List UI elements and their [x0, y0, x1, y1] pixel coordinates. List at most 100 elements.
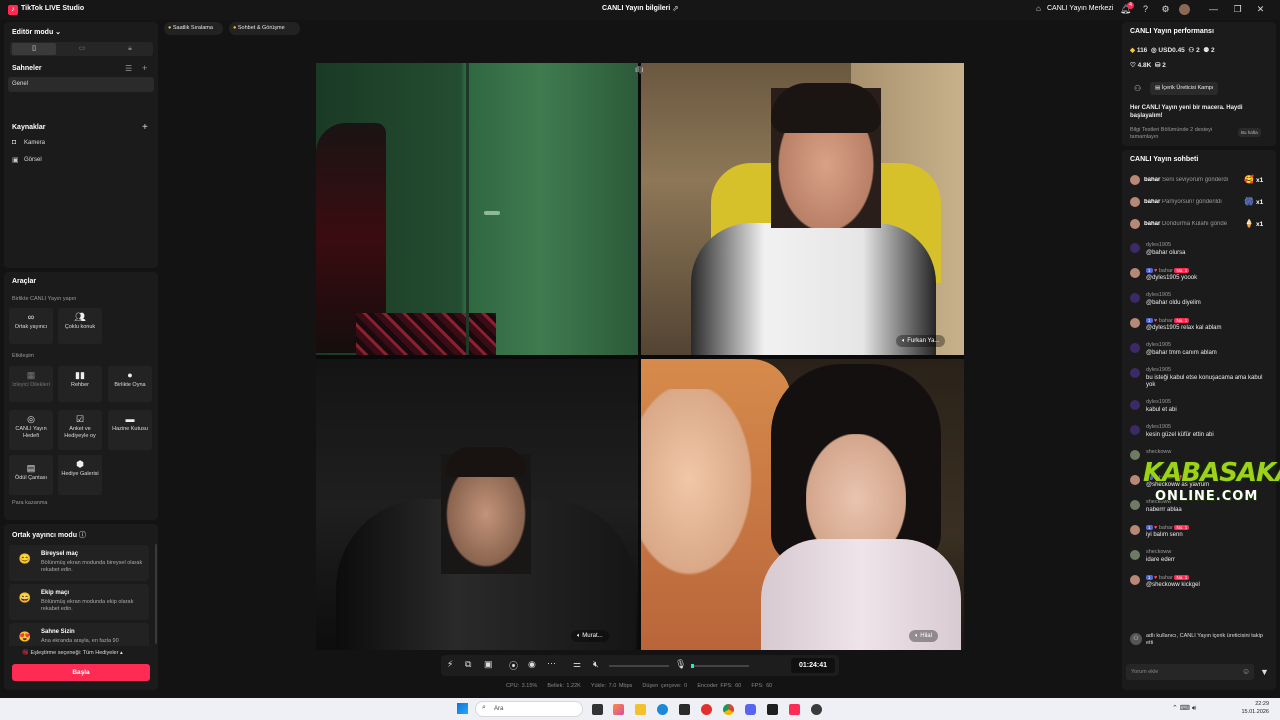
windows-start-icon[interactable]	[457, 703, 468, 714]
chat-username[interactable]: bahar	[1159, 575, 1173, 581]
microphone-icon[interactable]: 🎙︎	[675, 659, 686, 670]
chat-message[interactable]: 1 ♥ bahar No. 1 @dyles1905 relax kal abla…	[1128, 317, 1274, 333]
mode-team-match[interactable]: 😄 Ekip maçı Bölünmüş ekran modunda ekip …	[9, 584, 149, 620]
tool-treasure-box[interactable]: ▬ Hazine Kutusu	[108, 410, 152, 450]
chat-message[interactable]: 1 ♥ bahar No. 1 @sheckoww kickgel	[1128, 574, 1274, 590]
mute-icon[interactable]: 🔇︎	[593, 659, 599, 670]
lock-icon[interactable]: 🔒︎	[108, 43, 152, 55]
portrait-icon[interactable]: ▯	[12, 43, 56, 55]
source-image[interactable]: Görsel	[24, 157, 42, 163]
chat-username[interactable]: sheckoww	[1146, 449, 1171, 455]
volume-slider[interactable]	[609, 665, 669, 667]
chat-message[interactable]: dyles1905 @bahar oldu diyelim	[1128, 292, 1274, 308]
editor-mode-select[interactable]: Editör modu ⌄	[12, 28, 61, 36]
creator-camp-button[interactable]: ▤ İçerik Üreticisi Kampı	[1150, 82, 1219, 95]
chat-username[interactable]: dyles1905	[1146, 424, 1171, 430]
speaker-icon[interactable]: 🔈︎	[915, 633, 919, 639]
more-icon[interactable]: ⋯	[547, 658, 556, 669]
avatar[interactable]	[1130, 318, 1140, 328]
mic-slider[interactable]	[691, 664, 749, 668]
chat-message[interactable]: dyles1905 bu isteği kabul etse konuşacama…	[1128, 367, 1274, 390]
discord-icon[interactable]	[745, 704, 756, 715]
opera-icon[interactable]	[701, 704, 712, 715]
filter-icon[interactable]: ▼	[1260, 667, 1269, 677]
video-tile-1[interactable]	[316, 63, 638, 355]
avatar[interactable]	[1130, 343, 1140, 353]
start-button[interactable]: Başla	[12, 664, 150, 681]
close-icon[interactable]: ✕	[1254, 3, 1267, 16]
settings-sliders-icon[interactable]: ⚌	[573, 659, 581, 670]
copilot-icon[interactable]	[613, 704, 624, 715]
avatar[interactable]	[1130, 500, 1140, 510]
tool-gift-gallery[interactable]: ⬢ Hediye Galerisi	[58, 455, 102, 495]
match-option-select[interactable]: 🎁︎ Eşleştirme seçeneği: Tüm Hediyeler ▴	[22, 650, 123, 656]
chat-message[interactable]: dyles1905 kabul et abi	[1128, 399, 1274, 415]
mode-solo-match[interactable]: 😊 Bireysel maç Bölünmüş ekran modunda bi…	[9, 545, 149, 581]
chat-username[interactable]: dyles1905	[1146, 399, 1171, 405]
tool-live-goal[interactable]: ◎ CANLI Yayın Hedefi	[9, 410, 53, 450]
avatar[interactable]	[1130, 525, 1140, 535]
avatar[interactable]	[1130, 575, 1140, 585]
video-tile-4[interactable]: 🔈︎ Hilal	[641, 359, 964, 650]
tool-reward-bag[interactable]: ▤ Ödül Çantası	[9, 455, 53, 495]
landscape-icon[interactable]: ▭	[60, 43, 104, 55]
avatar[interactable]	[1130, 243, 1140, 253]
screen-icon[interactable]: ▣	[484, 659, 493, 670]
add-source-icon[interactable]: +	[142, 122, 148, 133]
source-camera[interactable]: Kamera	[24, 140, 45, 146]
record-icon[interactable]: ⦿	[509, 659, 518, 672]
video-tile-3[interactable]: 🔈︎ Murat...	[316, 359, 638, 650]
hourly-ranking-button[interactable]: ● Saatlik Sıralama	[164, 22, 223, 35]
scene-item-general[interactable]: Genel	[8, 77, 154, 92]
video-tile-2[interactable]: 🔈︎ Furkan Ya...	[641, 63, 964, 355]
avatar[interactable]	[1130, 400, 1140, 410]
chat-message[interactable]: sheckoww idare ederr	[1128, 549, 1274, 565]
chat-username[interactable]: dyles1905	[1146, 242, 1171, 248]
taskbar-search[interactable]: ⌕ Ara	[475, 701, 583, 717]
chrome-icon[interactable]	[723, 704, 734, 715]
chat-message[interactable]: dyles1905 @bahar olursa	[1128, 242, 1274, 258]
chat-message[interactable]: 1 ♥ bahar No. 1 iyi balım senn	[1128, 524, 1274, 540]
avatar[interactable]	[1179, 4, 1190, 15]
chat-message[interactable]: dyles1905 @bahar tmm canım ablam	[1128, 342, 1274, 358]
avatar[interactable]	[1130, 475, 1140, 485]
minimize-icon[interactable]: —	[1207, 3, 1220, 16]
chat-username[interactable]: bahar	[1159, 268, 1173, 274]
comment-input[interactable]: Yorum ekle ☺	[1126, 664, 1254, 680]
live-center-button[interactable]: CANLI Yayın Merkezi	[1047, 5, 1113, 12]
system-tray-icons[interactable]: ⌃ ⌨ 🔊︎	[1172, 704, 1196, 713]
maximize-icon[interactable]: ❐	[1231, 3, 1244, 16]
task-view-icon[interactable]	[592, 704, 603, 715]
speaker-icon[interactable]: 🔈︎	[577, 633, 581, 639]
help-icon[interactable]: ?	[1139, 3, 1152, 16]
chat-username[interactable]: bahar	[1159, 318, 1173, 324]
chat-username[interactable]: bahar	[1159, 525, 1173, 531]
chat-message[interactable]: 1 ♥ bahar No. 1 @dyles1905 yoook	[1128, 267, 1274, 283]
avatar[interactable]	[1130, 550, 1140, 560]
tool-multi-guest[interactable]: 👥︎ Çoklu konuk	[58, 308, 102, 344]
tool-play-together[interactable]: ● Birlikte Oyna	[108, 366, 152, 402]
edge-icon[interactable]	[657, 704, 668, 715]
layout-icon[interactable]: ⧉	[465, 659, 471, 670]
avatar[interactable]	[1130, 450, 1140, 460]
avatar[interactable]	[1130, 368, 1140, 378]
speaker-icon[interactable]: 🔈︎	[902, 338, 906, 344]
emoji-icon[interactable]: ☺	[1242, 667, 1250, 676]
camera-switch-icon[interactable]: ◉	[528, 659, 536, 670]
tool-viewer-requests[interactable]: ▦ Izleyici Dilekleri	[9, 366, 53, 402]
gear-icon[interactable]: ⚙	[1159, 3, 1172, 16]
avatar[interactable]	[1130, 425, 1140, 435]
app-taskbar-icon[interactable]	[811, 704, 822, 715]
list-icon[interactable]: ☰	[125, 64, 132, 73]
tool-poll[interactable]: ☑ Anket ve Hediyeyle oy	[58, 410, 102, 450]
add-scene-icon[interactable]: +	[142, 63, 147, 73]
tool-guide[interactable]: ▮▮ Rehber	[58, 366, 102, 402]
avatar[interactable]	[1130, 268, 1140, 278]
avatar[interactable]	[1130, 293, 1140, 303]
file-explorer-icon[interactable]	[635, 704, 646, 715]
chat-username[interactable]: dyles1905	[1146, 342, 1171, 348]
scrollbar[interactable]	[155, 544, 157, 644]
store-icon[interactable]	[679, 704, 690, 715]
tiktok-taskbar-icon[interactable]	[789, 704, 800, 715]
share-icon[interactable]: ⇗	[672, 4, 679, 13]
